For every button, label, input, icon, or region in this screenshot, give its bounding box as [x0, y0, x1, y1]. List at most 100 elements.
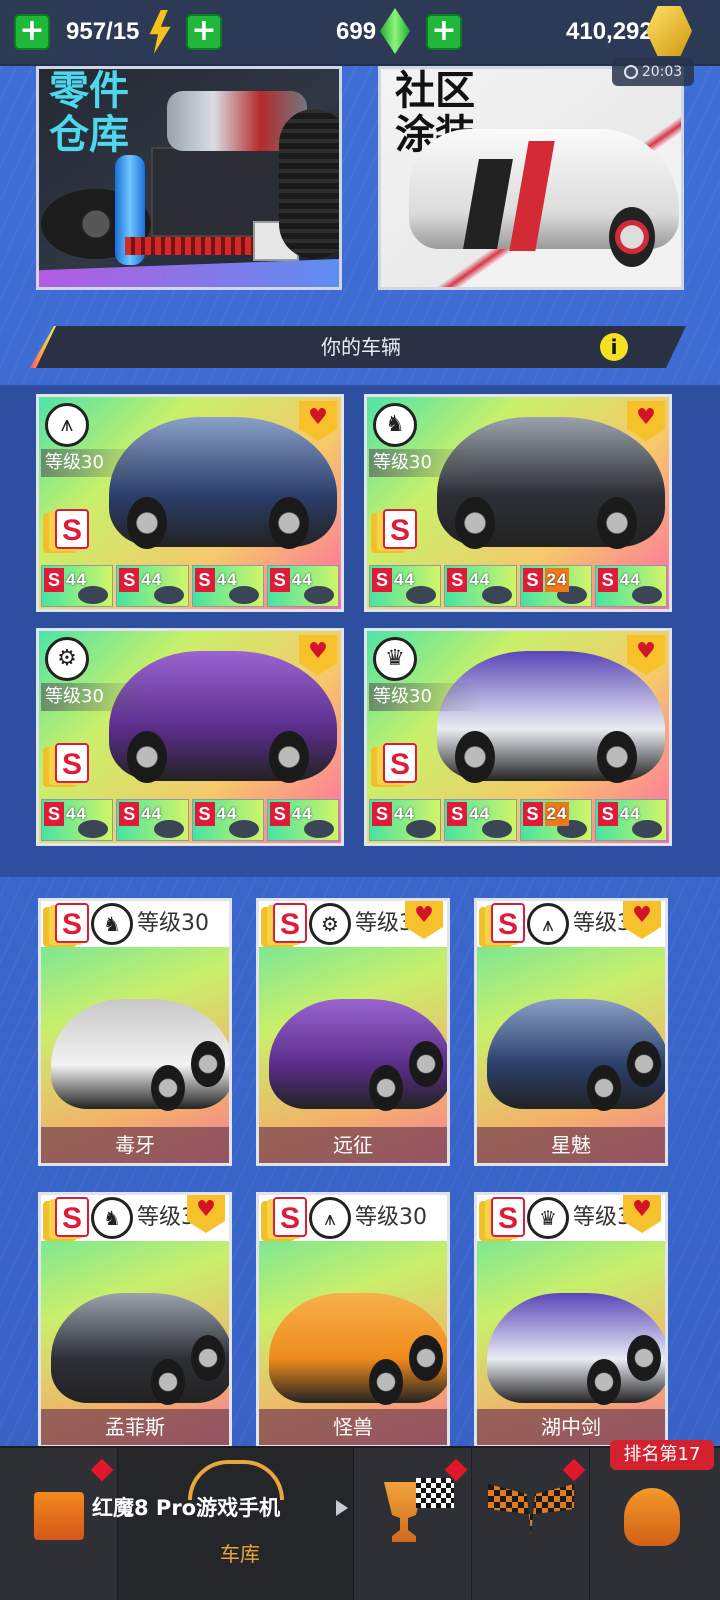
car-wheel [369, 1359, 403, 1405]
car-wheel [127, 731, 167, 783]
car-card[interactable]: SSS⩚等级30 怪兽 [256, 1192, 450, 1448]
parts-warehouse-banner[interactable]: 零件 仓库 [36, 66, 342, 290]
featured-car-card[interactable]: ♞等级30♥SSSS44S44S24S44 [364, 394, 672, 612]
rank-s-badge: SSS [261, 1197, 307, 1243]
crossed-flags-icon [488, 1484, 574, 1534]
gift-box-icon [34, 1492, 84, 1540]
car-wheel [587, 1065, 621, 1111]
car-wheel [627, 1041, 661, 1087]
upgrade-part-slot[interactable]: S 44 [191, 565, 264, 607]
car-card[interactable]: SSS⚙等级3♥远征 [256, 898, 450, 1166]
car-card[interactable]: SSS⩚等级3♥星魅 [474, 898, 668, 1166]
upgrade-part-slot[interactable]: S 44 [369, 799, 442, 841]
upgrade-part-slot[interactable]: S 44 [369, 565, 442, 607]
helmet-icon [624, 1488, 680, 1546]
rank-letter: S [55, 743, 89, 783]
community-livery-banner[interactable]: 社区 涂装 [378, 66, 684, 290]
favorite-heart-icon[interactable]: ♥ [299, 635, 337, 675]
add-gems-button[interactable]: + [186, 14, 222, 50]
featured-car-card[interactable]: ⩚等级30♥SSSS44S44S44S44 [36, 394, 344, 612]
upgrade-part-slot[interactable]: S 44 [444, 799, 517, 841]
upgrade-parts-row: S 44 S 44 S 44 S 44 [39, 563, 341, 609]
car-card[interactable]: SSS♞等级30 毒牙 [38, 898, 232, 1166]
car-name: 星魅 [477, 1127, 665, 1163]
nav-tab-garage[interactable] [118, 1448, 354, 1600]
part-grade: S [597, 802, 618, 826]
featured-car-card[interactable]: ♛等级30♥SSSS44S44S24S44 [364, 628, 672, 846]
checkered-flag-icon [416, 1478, 454, 1508]
upgrade-part-slot[interactable]: S 24 [519, 565, 592, 607]
car-level: 等级30 [41, 449, 151, 477]
part-grade: S [372, 568, 392, 592]
car-wheel [597, 497, 637, 549]
currency-bar: + 957/15 + 699 + 410,292 [0, 0, 720, 66]
upgrade-part-slot[interactable]: S 44 [41, 565, 114, 607]
rank-badge[interactable]: 排名第17 [610, 1440, 714, 1470]
rank-letter: S [383, 743, 417, 783]
upgrade-part-slot[interactable]: S 44 [116, 799, 189, 841]
lightning-icon [149, 10, 171, 54]
energy-value: 957/15 [66, 18, 140, 45]
featured-car-card[interactable]: ⚙等级30♥SSSS44S44S44S44 [36, 628, 344, 846]
parts-title-line2: 仓库 [49, 112, 129, 158]
horse-icon: ♞ [373, 403, 417, 447]
nav-tab-multiplayer[interactable] [472, 1448, 590, 1600]
upgrade-part-slot[interactable]: S 44 [266, 799, 339, 841]
wheel-icon: ⚙ [309, 903, 351, 945]
upgrade-parts-row: S 44 S 44 S 24 S 44 [367, 563, 669, 609]
rank-letter: S [55, 509, 89, 549]
part-value: 44 [141, 804, 163, 823]
part-value: 44 [66, 804, 87, 823]
car-name: 孟菲斯 [41, 1409, 229, 1445]
rank-s-badge: SSS [479, 903, 525, 949]
part-value: 24 [544, 568, 570, 592]
nav-tab-events[interactable] [354, 1448, 472, 1600]
car-level: 等级30 [369, 683, 479, 711]
coin-icon [646, 6, 692, 56]
rank-letter: S [491, 903, 525, 943]
favorite-heart-icon[interactable]: ♥ [627, 401, 665, 441]
car-card[interactable]: SSS♞等级3♥孟菲斯 [38, 1192, 232, 1448]
add-energy-button[interactable]: + [14, 14, 50, 50]
section-title: 你的车辆 [321, 335, 401, 359]
rank-s-badge: SSS [479, 1197, 525, 1243]
play-arrow-icon [336, 1500, 348, 1516]
wheel-icon: ⚙ [45, 637, 89, 681]
part-grade: S [447, 802, 468, 826]
part-value: 24 [544, 802, 570, 826]
part-grade: S [119, 802, 140, 826]
nav-tab-shop[interactable] [0, 1448, 118, 1600]
upgrade-part-slot[interactable]: S 44 [444, 565, 517, 607]
car-name: 怪兽 [259, 1409, 447, 1445]
info-icon[interactable]: i [600, 333, 628, 361]
add-coins-button[interactable]: + [426, 14, 462, 50]
part-value: 44 [141, 570, 163, 589]
car-wheel [455, 731, 495, 783]
part-value: 44 [469, 804, 491, 823]
upgrade-part-slot[interactable]: S 44 [594, 799, 667, 841]
car-wheel [191, 1335, 225, 1381]
parts-warehouse-title: 零件 仓库 [49, 69, 129, 157]
notification-dot [87, 1455, 117, 1485]
crown-icon: ♛ [527, 1197, 569, 1239]
nav-tab-profile[interactable] [590, 1448, 720, 1600]
favorite-heart-icon[interactable]: ♥ [299, 401, 337, 441]
upgrade-part-slot[interactable]: S 44 [266, 565, 339, 607]
upgrade-part-slot[interactable]: S 44 [594, 565, 667, 607]
upgrade-part-slot[interactable]: S 44 [41, 799, 114, 841]
car-wheel [191, 1041, 225, 1087]
upgrade-part-slot[interactable]: S 44 [116, 565, 189, 607]
part-value: 44 [394, 804, 415, 823]
car-name: 毒牙 [41, 1127, 229, 1163]
rank-s-badge: SSS [43, 509, 89, 555]
big-tire-icon [279, 109, 339, 259]
event-timer: 20:03 [612, 58, 694, 86]
gem-value: 699 [336, 18, 377, 45]
favorite-heart-icon[interactable]: ♥ [627, 635, 665, 675]
car-card[interactable]: SSS♛等级3♥湖中剑 [474, 1192, 668, 1448]
upgrade-part-slot[interactable]: S 24 [519, 799, 592, 841]
horse-icon: ♞ [91, 903, 133, 945]
upgrade-part-slot[interactable]: S 44 [191, 799, 264, 841]
car-level: 等级30 [355, 1205, 427, 1230]
car-level: 等级30 [369, 449, 479, 477]
